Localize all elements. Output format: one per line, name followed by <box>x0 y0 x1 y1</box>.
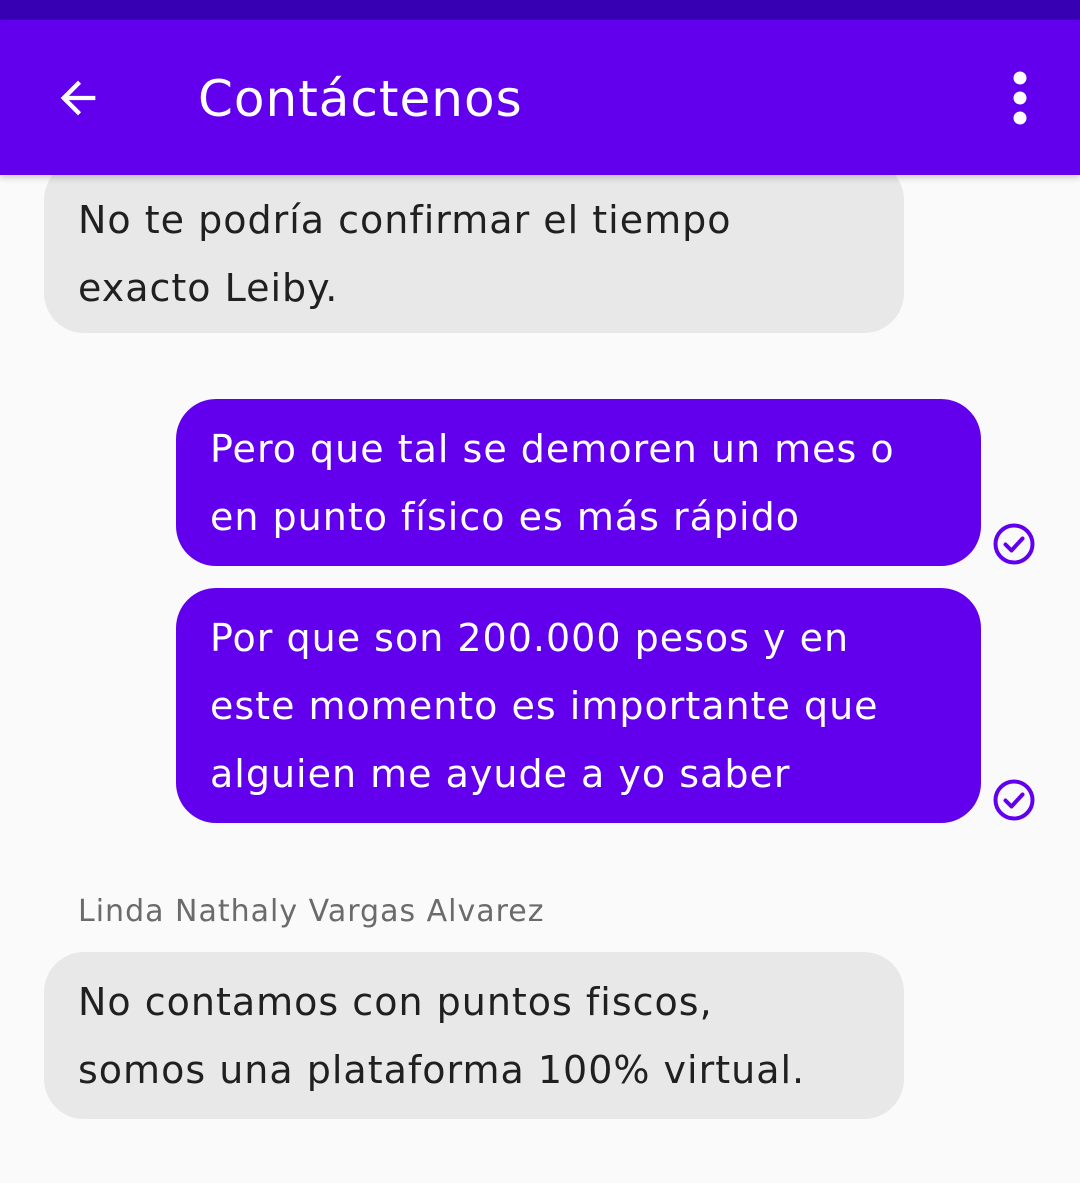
incoming-message: No te podría confirmar el tiempo exacto … <box>44 160 904 333</box>
outgoing-message: Pero que tal se demoren un mes o en punt… <box>176 399 981 566</box>
page-title: Contáctenos <box>198 70 523 128</box>
arrow-left-icon <box>60 80 96 116</box>
check-circle-icon <box>993 779 1035 821</box>
incoming-message: No contamos con puntos fiscos, somos una… <box>44 952 904 1119</box>
sender-name: Linda Nathaly Vargas Alvarez <box>78 894 545 929</box>
app-bar: Contáctenos <box>0 20 1080 175</box>
status-bar <box>0 0 1080 20</box>
check-circle-icon <box>993 523 1035 565</box>
more-options-button[interactable] <box>990 65 1050 131</box>
back-button[interactable] <box>40 60 116 136</box>
outgoing-message: Por que son 200.000 pesos y en este mome… <box>176 588 981 823</box>
more-vertical-icon <box>1013 71 1027 125</box>
